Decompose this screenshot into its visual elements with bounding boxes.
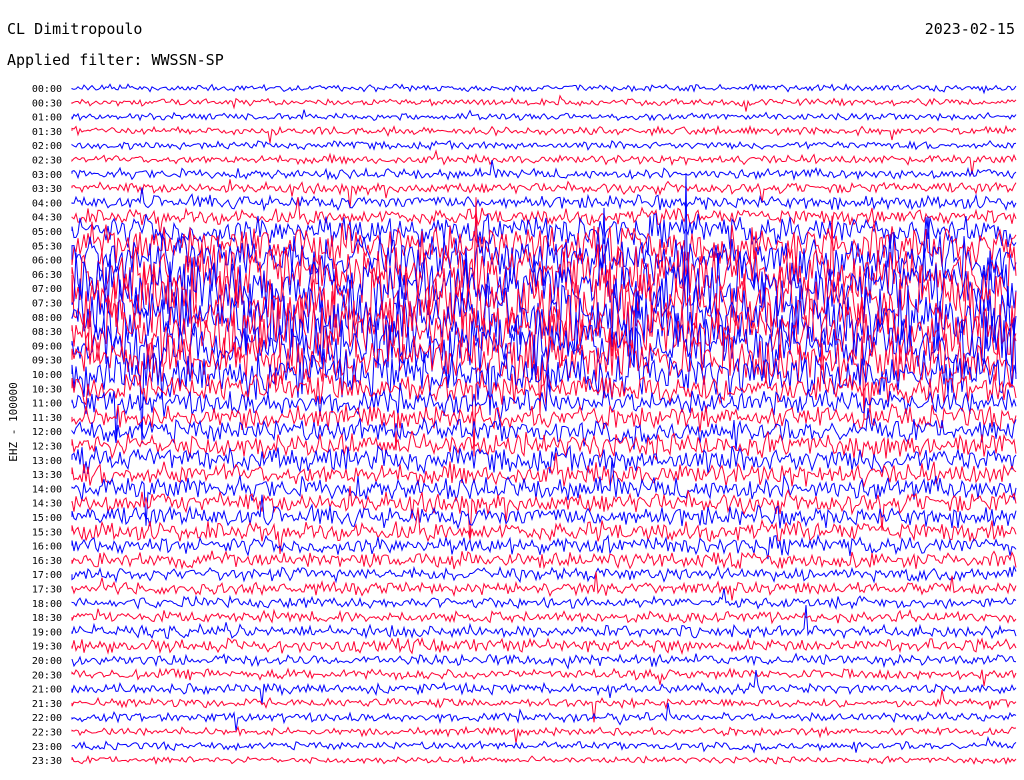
- tick-label-35: 17:30: [32, 585, 62, 596]
- trace-line-47: [71, 754, 1017, 766]
- tick-label-3: 01:30: [32, 127, 62, 138]
- tick-label-5: 02:30: [32, 156, 62, 167]
- tick-label-16: 08:00: [32, 313, 62, 324]
- tick-label-47: 23:30: [32, 756, 62, 767]
- tick-label-33: 16:30: [32, 556, 62, 567]
- tick-label-39: 19:30: [32, 642, 62, 653]
- trace-line-35: [71, 571, 1017, 601]
- trace-line-30: [71, 494, 1017, 530]
- tick-label-28: 14:00: [32, 484, 62, 495]
- trace-line-46: [71, 736, 1017, 754]
- time-tick-labels: 00:00 00:30 01:00 01:30 02:00 02:30 03:00 03:30…: [32, 84, 62, 767]
- tick-label-0: 00:00: [32, 84, 62, 95]
- seismogram-chart: 00:00 00:30 01:00 01:30 02:00 02:30 03:00 03:30…: [7, 83, 1017, 767]
- tick-label-41: 20:30: [32, 670, 62, 681]
- trace-line-19: [71, 332, 1017, 420]
- tick-label-14: 07:00: [32, 284, 62, 295]
- tick-label-34: 17:00: [32, 570, 62, 581]
- trace-line-37: [71, 608, 1017, 625]
- tick-label-6: 03:00: [32, 170, 62, 181]
- trace-line-5: [71, 149, 1017, 175]
- trace-group: [71, 83, 1017, 766]
- tick-label-8: 04:00: [32, 198, 62, 209]
- tick-label-13: 06:30: [32, 270, 62, 281]
- tick-label-9: 04:30: [32, 213, 62, 224]
- trace-line-22: [71, 363, 1017, 440]
- tick-label-36: 18:00: [32, 599, 62, 610]
- trace-line-39: [71, 636, 1017, 655]
- trace-line-4: [71, 139, 1017, 151]
- tick-label-45: 22:30: [32, 728, 62, 739]
- tick-label-24: 12:00: [32, 427, 62, 438]
- tick-label-37: 18:30: [32, 613, 62, 624]
- trace-line-2: [71, 109, 1017, 122]
- tick-label-44: 22:00: [32, 713, 62, 724]
- trace-line-43: [71, 689, 1017, 723]
- trace-line-0: [71, 83, 1017, 95]
- tick-label-20: 10:00: [32, 370, 62, 381]
- tick-label-15: 07:30: [32, 299, 62, 310]
- tick-label-7: 03:30: [32, 184, 62, 195]
- tick-label-29: 14:30: [32, 499, 62, 510]
- trace-line-23: [71, 403, 1017, 451]
- trace-line-38: [71, 605, 1017, 640]
- trace-line-40: [71, 652, 1017, 670]
- tick-label-11: 05:30: [32, 241, 62, 252]
- tick-label-21: 10:30: [32, 384, 62, 395]
- trace-line-6: [71, 160, 1017, 181]
- tick-label-42: 21:00: [32, 685, 62, 696]
- tick-label-26: 13:00: [32, 456, 62, 467]
- tick-label-18: 09:00: [32, 341, 62, 352]
- trace-line-36: [71, 588, 1017, 610]
- tick-label-19: 09:30: [32, 356, 62, 367]
- tick-label-38: 19:00: [32, 627, 62, 638]
- trace-line-3: [71, 124, 1017, 144]
- tick-label-27: 13:30: [32, 470, 62, 481]
- tick-label-23: 11:30: [32, 413, 62, 424]
- tick-label-40: 20:00: [32, 656, 62, 667]
- tick-label-1: 00:30: [32, 98, 62, 109]
- tick-label-25: 12:30: [32, 442, 62, 453]
- tick-label-10: 05:00: [32, 227, 62, 238]
- trace-line-42: [71, 670, 1017, 705]
- tick-label-17: 08:30: [32, 327, 62, 338]
- tick-label-4: 02:00: [32, 141, 62, 152]
- tick-label-30: 15:00: [32, 513, 62, 524]
- channel-axis-label: EHZ - 100000: [7, 382, 20, 461]
- tick-label-22: 11:00: [32, 399, 62, 410]
- trace-line-27: [71, 452, 1017, 489]
- tick-label-32: 16:00: [32, 542, 62, 553]
- tick-label-43: 21:30: [32, 699, 62, 710]
- tick-label-12: 06:00: [32, 256, 62, 267]
- tick-label-31: 15:30: [32, 527, 62, 538]
- tick-label-46: 23:00: [32, 742, 62, 753]
- trace-line-34: [71, 564, 1017, 584]
- trace-line-8: [71, 187, 1017, 212]
- trace-line-1: [71, 94, 1017, 112]
- tick-label-2: 01:00: [32, 113, 62, 124]
- trace-line-24: [71, 408, 1017, 451]
- trace-line-44: [71, 702, 1017, 731]
